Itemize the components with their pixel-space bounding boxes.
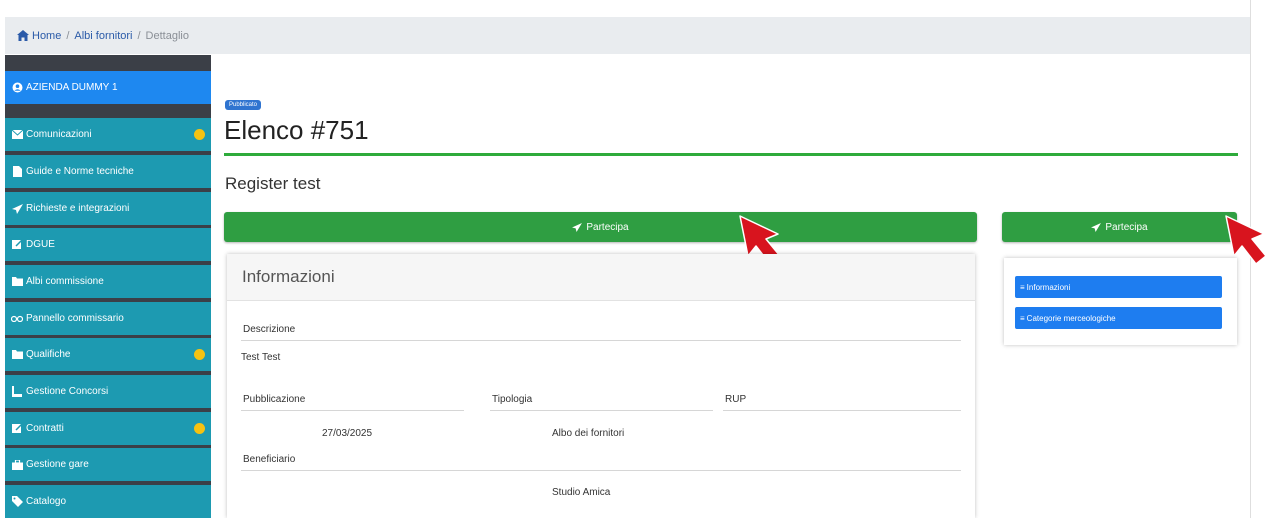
tipologia-value: Albo dei fornitori [552, 428, 625, 439]
breadcrumb: Home / Albi fornitori / Dettaglio [5, 17, 1250, 54]
beneficiario-value: Studio Amica [552, 487, 611, 498]
sidebar-item-label: Contratti [26, 423, 64, 434]
side-partecipa-button-label: Partecipa [1105, 221, 1148, 233]
notification-dot [194, 129, 205, 140]
glasses-icon [11, 313, 23, 325]
nav-categorie-button[interactable]: ≡ Categorie merceologiche [1015, 307, 1222, 329]
sidebar-item-label: Richieste e integrazioni [26, 203, 130, 214]
sidebar-item-guide[interactable]: Guide e Norme tecniche [5, 155, 211, 188]
breadcrumb-separator: / [66, 29, 70, 42]
tipologia-label: Tipologia [492, 394, 533, 405]
sidebar-company-label: AZIENDA DUMMY 1 [26, 82, 118, 93]
side-nav-card: ≡ Informazioni ≡ Categorie merceologiche [1004, 258, 1237, 345]
field-divider [241, 340, 961, 341]
breadcrumb-albi-fornitori[interactable]: Albi fornitori [74, 30, 132, 42]
breadcrumb-current: Dettaglio [145, 29, 189, 42]
field-divider [723, 410, 961, 411]
sidebar-item-albi-commissione[interactable]: Albi commissione [5, 265, 211, 298]
field-divider [241, 410, 464, 411]
file-icon [11, 166, 23, 178]
sidebar-item-label: Albi commissione [26, 276, 104, 287]
notification-dot [194, 423, 205, 434]
paper-plane-icon [11, 203, 23, 215]
edit-icon [11, 239, 23, 251]
sidebar-item-pannello-commissario[interactable]: Pannello commissario [5, 302, 211, 335]
folder-icon [11, 349, 23, 361]
briefcase-icon [11, 459, 23, 471]
side-partecipa-button[interactable]: Partecipa [1002, 212, 1237, 242]
tag-icon [11, 496, 23, 508]
sidebar-item-label: Gestione Concorsi [26, 386, 109, 397]
nav-categorie-label: Categorie merceologiche [1026, 313, 1116, 323]
status-badge: Pubblicato [225, 100, 262, 110]
partecipa-button[interactable]: Partecipa [224, 212, 977, 242]
chair-icon [11, 386, 23, 398]
nav-informazioni-button[interactable]: ≡ Informazioni [1015, 276, 1222, 298]
sidebar-item-gestione-gare[interactable]: Gestione gare [5, 448, 211, 481]
page-title: Elenco #751 [224, 115, 369, 145]
sidebar-item-label: Gestione gare [26, 459, 89, 470]
rup-label: RUP [725, 394, 747, 405]
info-card: Informazioni Descrizione Test Test Pubbl… [227, 254, 975, 518]
sidebar-item-label: Guide e Norme tecniche [26, 166, 134, 177]
title-divider [224, 153, 1238, 156]
sidebar-company[interactable]: AZIENDA DUMMY 1 [5, 71, 211, 104]
sidebar: AZIENDA DUMMY 1 Comunicazioni Guide e No… [5, 55, 211, 518]
paper-plane-icon [572, 222, 583, 232]
user-circle-icon [11, 82, 23, 94]
sidebar-item-label: Qualifiche [26, 349, 71, 360]
info-card-heading: Informazioni [227, 254, 975, 301]
beneficiario-label: Beneficiario [243, 454, 296, 465]
descrizione-value: Test Test [241, 352, 281, 363]
sidebar-item-catalogo[interactable]: Catalogo [5, 485, 211, 518]
folder-icon [11, 276, 23, 288]
pubblicazione-label: Pubblicazione [243, 394, 306, 405]
descrizione-label: Descrizione [243, 324, 296, 335]
nav-informazioni-label: Informazioni [1026, 282, 1071, 292]
sidebar-item-contratti[interactable]: Contratti [5, 412, 211, 445]
sidebar-item-label: Comunicazioni [26, 129, 92, 140]
sidebar-item-label: Pannello commissario [26, 313, 124, 324]
list-icon: ≡ [1020, 313, 1025, 323]
partecipa-button-label: Partecipa [586, 221, 629, 233]
home-icon[interactable] [17, 30, 29, 41]
sidebar-item-gestione-concorsi[interactable]: Gestione Concorsi [5, 375, 211, 408]
sidebar-item-qualifiche[interactable]: Qualifiche [5, 338, 211, 371]
sidebar-item-label: Catalogo [26, 496, 67, 507]
page-subtitle: Register test [225, 174, 321, 193]
breadcrumb-home[interactable]: Home [32, 30, 61, 42]
paper-plane-icon [1091, 222, 1102, 232]
sidebar-item-dgue[interactable]: DGUE [5, 228, 211, 261]
sidebar-item-comunicazioni[interactable]: Comunicazioni [5, 118, 211, 151]
field-divider [490, 410, 713, 411]
list-icon: ≡ [1020, 282, 1025, 292]
breadcrumb-separator: / [137, 29, 141, 42]
notification-dot [194, 349, 205, 360]
field-divider [241, 470, 961, 471]
envelope-icon [11, 129, 23, 141]
edit-icon [11, 423, 23, 435]
sidebar-item-richieste[interactable]: Richieste e integrazioni [5, 192, 211, 225]
sidebar-item-label: DGUE [26, 239, 55, 250]
pubblicazione-value: 27/03/2025 [322, 428, 373, 439]
